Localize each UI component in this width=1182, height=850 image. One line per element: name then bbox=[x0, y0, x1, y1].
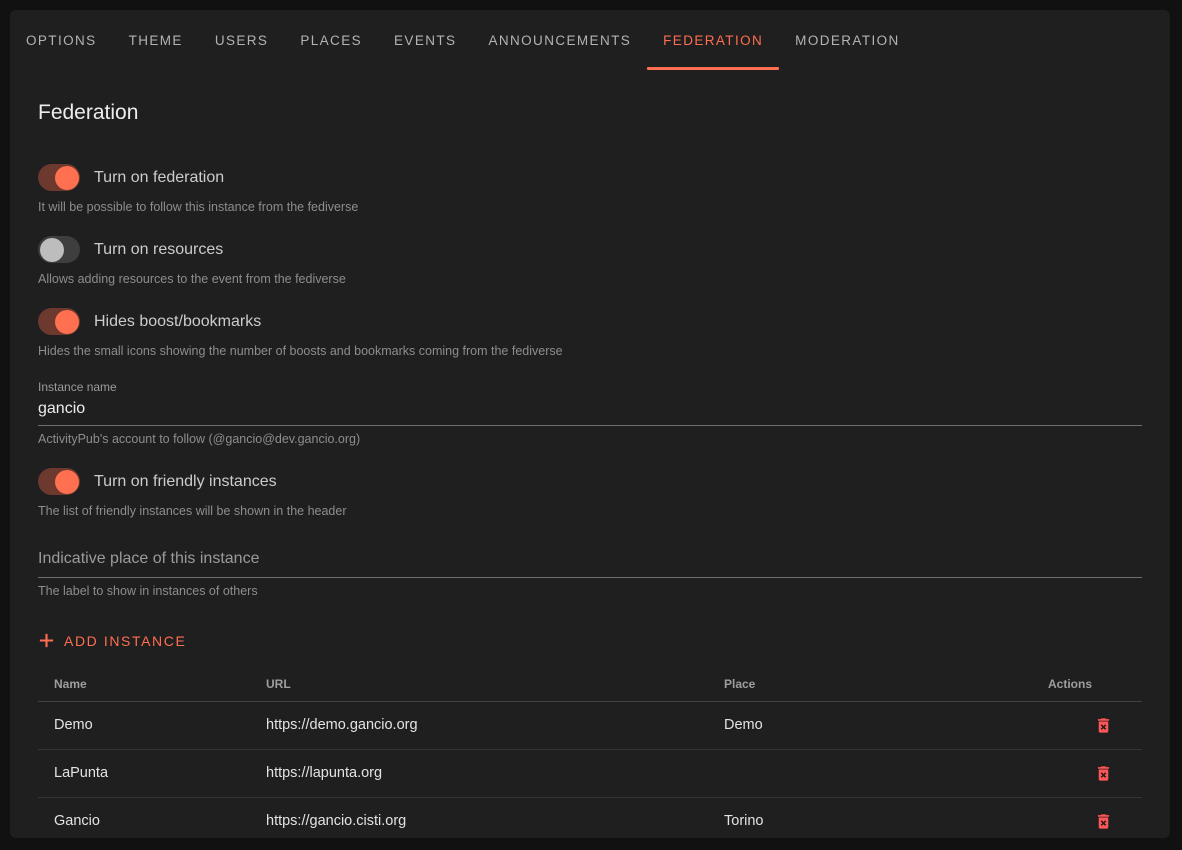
federation-settings: Federation Turn on federation It will be… bbox=[10, 102, 1170, 838]
instance-place-hint: The label to show in instances of others bbox=[38, 584, 1142, 598]
tab-events[interactable]: Events bbox=[378, 10, 472, 70]
federation-toggle[interactable] bbox=[38, 164, 80, 191]
instance-name-input[interactable] bbox=[38, 400, 1142, 418]
tab-users[interactable]: Users bbox=[199, 10, 285, 70]
table-header-name: Name bbox=[38, 667, 250, 701]
cell-place bbox=[708, 749, 1048, 797]
admin-panel-card: Options Theme Users Places Events Announ… bbox=[10, 10, 1170, 838]
resources-toggle-hint: Allows adding resources to the event fro… bbox=[38, 272, 1142, 286]
add-instance-button[interactable]: Add Instance bbox=[38, 626, 194, 655]
cell-name: LaPunta bbox=[38, 749, 250, 797]
cell-place: Demo bbox=[708, 701, 1048, 749]
cell-place: Torino bbox=[708, 797, 1048, 838]
boost-bookmarks-toggle-hint: Hides the small icons showing the number… bbox=[38, 344, 1142, 358]
cell-name: Demo bbox=[38, 701, 250, 749]
table-header-row: Name URL Place Actions bbox=[38, 667, 1142, 701]
resources-toggle-label: Turn on resources bbox=[94, 241, 223, 259]
setting-turn-on-resources: Turn on resources Allows adding resource… bbox=[38, 236, 1142, 286]
instance-name-hint: ActivityPub's account to follow (@gancio… bbox=[38, 432, 1142, 446]
delete-instance-button[interactable] bbox=[1090, 760, 1117, 787]
setting-friendly-instances: Turn on friendly instances The list of f… bbox=[38, 468, 1142, 518]
toggle-thumb bbox=[55, 470, 79, 494]
tab-announcements[interactable]: Announcements bbox=[472, 10, 647, 70]
toggle-thumb bbox=[40, 238, 64, 262]
setting-turn-on-federation: Turn on federation It will be possible t… bbox=[38, 164, 1142, 214]
instance-name-label: Instance name bbox=[38, 380, 1142, 394]
friendly-instances-table: Name URL Place Actions Demo https://demo… bbox=[38, 667, 1142, 838]
table-header-place: Place bbox=[708, 667, 1048, 701]
delete-instance-button[interactable] bbox=[1090, 808, 1117, 835]
tab-options[interactable]: Options bbox=[10, 10, 113, 70]
trash-delete-icon bbox=[1094, 764, 1113, 783]
table-header-actions: Actions bbox=[1048, 667, 1142, 701]
setting-hides-boost-bookmarks: Hides boost/bookmarks Hides the small ic… bbox=[38, 308, 1142, 358]
table-header-url: URL bbox=[250, 667, 708, 701]
cell-name: Gancio bbox=[38, 797, 250, 838]
cell-url: https://gancio.cisti.org bbox=[250, 797, 708, 838]
delete-instance-button[interactable] bbox=[1090, 712, 1117, 739]
resources-toggle[interactable] bbox=[38, 236, 80, 263]
page-title: Federation bbox=[38, 102, 1142, 124]
boost-bookmarks-toggle[interactable] bbox=[38, 308, 80, 335]
friendly-instances-toggle-hint: The list of friendly instances will be s… bbox=[38, 504, 1142, 518]
instance-name-field-group: Instance name ActivityPub's account to f… bbox=[38, 380, 1142, 446]
toggle-thumb bbox=[55, 166, 79, 190]
instance-place-input[interactable] bbox=[38, 550, 1142, 568]
trash-delete-icon bbox=[1094, 812, 1113, 831]
federation-toggle-hint: It will be possible to follow this insta… bbox=[38, 200, 1142, 214]
friendly-instances-toggle-label: Turn on friendly instances bbox=[94, 473, 277, 491]
boost-bookmarks-toggle-label: Hides boost/bookmarks bbox=[94, 313, 261, 331]
toggle-thumb bbox=[55, 310, 79, 334]
table-row: LaPunta https://lapunta.org bbox=[38, 749, 1142, 797]
tab-places[interactable]: Places bbox=[284, 10, 378, 70]
tab-federation[interactable]: Federation bbox=[647, 10, 779, 70]
tab-theme[interactable]: Theme bbox=[113, 10, 199, 70]
instance-place-field-group: The label to show in instances of others bbox=[38, 544, 1142, 598]
admin-tabbar: Options Theme Users Places Events Announ… bbox=[10, 10, 1170, 70]
cell-url: https://demo.gancio.org bbox=[250, 701, 708, 749]
table-row: Demo https://demo.gancio.org Demo bbox=[38, 701, 1142, 749]
federation-toggle-label: Turn on federation bbox=[94, 169, 224, 187]
table-row: Gancio https://gancio.cisti.org Torino bbox=[38, 797, 1142, 838]
trash-delete-icon bbox=[1094, 716, 1113, 735]
tab-moderation[interactable]: Moderation bbox=[779, 10, 916, 70]
add-instance-button-label: Add Instance bbox=[64, 633, 186, 649]
plus-icon bbox=[38, 632, 55, 649]
cell-url: https://lapunta.org bbox=[250, 749, 708, 797]
friendly-instances-toggle[interactable] bbox=[38, 468, 80, 495]
